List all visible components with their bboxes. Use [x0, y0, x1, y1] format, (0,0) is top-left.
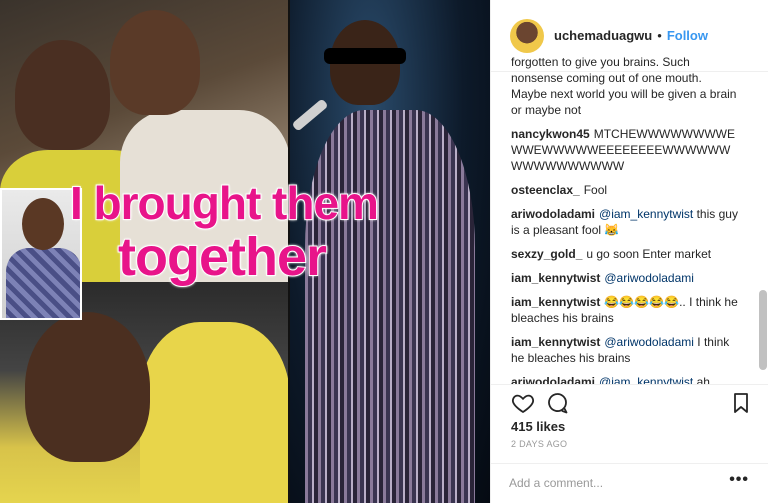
comment-user[interactable]: iam_kennytwist: [511, 271, 600, 285]
comment-bubble-icon[interactable]: [545, 391, 569, 415]
comment-user[interactable]: nancykwon45: [511, 127, 590, 141]
username-link[interactable]: uchemaduagwu: [554, 28, 652, 43]
like-count[interactable]: 415 likes: [511, 419, 565, 434]
comment-mention[interactable]: @iam_kennytwist: [599, 375, 693, 384]
add-comment-input[interactable]: [509, 473, 719, 493]
comment-user[interactable]: iam_kennytwist: [511, 335, 600, 349]
comment-item: iam_kennytwist 😂😂😂😂😂.. I think he bleache…: [511, 294, 741, 326]
comment-item: ariwodoladami @iam_kennytwist this guy is…: [511, 206, 741, 238]
more-options-button[interactable]: •••: [729, 471, 749, 489]
add-comment-bar: •••: [491, 463, 768, 503]
comment-user[interactable]: ariwodoladami: [511, 207, 595, 221]
comment-partial: forgotten to give you brains. Such nonse…: [511, 55, 737, 117]
microphone: [291, 98, 329, 132]
comments-scrollbar[interactable]: [759, 290, 767, 370]
comment-user[interactable]: osteenclax_: [511, 183, 580, 197]
heart-icon[interactable]: [511, 391, 535, 415]
comment-item: nancykwon45 MTCHEWWWWWWWWEWWEWWWWWEEEEEEE…: [511, 126, 741, 174]
post-sidebar: uchemaduagwu • Follow forgotten to give …: [490, 0, 768, 503]
comment-mention[interactable]: @ariwodoladami: [604, 335, 694, 349]
image-caption-line-1: I brought them: [69, 176, 380, 230]
comment-mention[interactable]: @ariwodoladami: [604, 271, 694, 285]
post-image: I brought them together: [0, 0, 490, 503]
bookmark-icon[interactable]: [729, 391, 753, 415]
comment-user[interactable]: iam_kennytwist: [511, 295, 600, 309]
comment-text: Fool: [583, 183, 608, 197]
comment-item: iam_kennytwist @ariwodoladami: [511, 270, 741, 286]
comment-item: ariwodoladami@iam_kennytwist ah nooo! Th…: [511, 374, 741, 384]
avatar[interactable]: [510, 18, 544, 53]
comment-mention[interactable]: @iam_kennytwist: [599, 207, 693, 221]
comment-text: u go soon Enter market: [586, 247, 712, 261]
separator-dot: •: [657, 28, 662, 43]
comment-user[interactable]: ariwodoladami: [511, 375, 595, 384]
comment-item: osteenclax_ Fool: [511, 182, 741, 198]
post-timestamp: 2 DAYS AGO: [511, 439, 568, 449]
comments-list[interactable]: forgotten to give you brains. Such nonse…: [491, 54, 759, 384]
follow-button[interactable]: Follow: [667, 28, 708, 43]
action-icons: [509, 391, 759, 419]
comment-item: sexzy_gold_ u go soon Enter market: [511, 246, 741, 262]
comment-user[interactable]: sexzy_gold_: [511, 247, 582, 261]
comment-item: iam_kennytwist @ariwodoladami I think he …: [511, 334, 741, 366]
post-actions: 415 likes 2 DAYS AGO •••: [491, 384, 768, 503]
instagram-post: I brought them together uchemaduagwu • F…: [0, 0, 768, 503]
image-caption-line-2: together: [117, 226, 328, 288]
